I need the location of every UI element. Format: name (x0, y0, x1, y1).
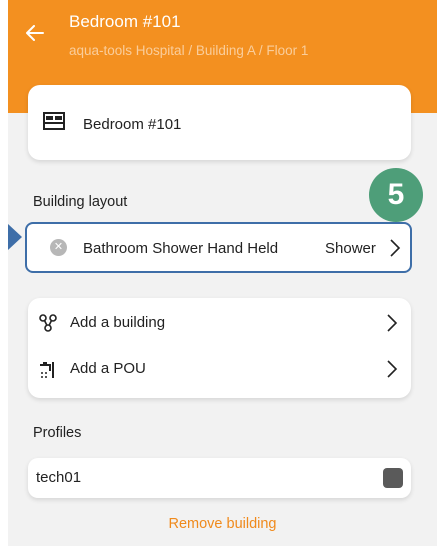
profiles-heading: Profiles (33, 425, 82, 441)
building-layout-heading: Building layout (33, 194, 128, 210)
step-badge: 5 (369, 168, 423, 222)
profile-name: tech01 (36, 469, 82, 486)
add-building-label: Add a building (70, 314, 166, 331)
room-card: Bedroom #101 (28, 85, 411, 160)
profile-checkbox[interactable] (383, 468, 403, 488)
bed-icon (43, 112, 65, 130)
actions-card: Add a building Add a POU (28, 298, 411, 398)
nodes-icon (39, 314, 57, 332)
chevron-right-icon (387, 360, 398, 378)
remove-building-link[interactable]: Remove building (8, 516, 437, 532)
breadcrumb: aqua-tools Hospital / Building A / Floor… (69, 43, 309, 58)
pointer-arrow (8, 224, 22, 250)
chevron-right-icon (387, 314, 398, 332)
app-screen: Bedroom #101 aqua-tools Hospital / Build… (8, 0, 437, 546)
add-pou-button[interactable]: Add a POU (28, 346, 411, 392)
faucet-icon (40, 362, 54, 378)
chevron-right-icon (390, 239, 401, 257)
layout-item-value: Shower (325, 240, 376, 257)
arrow-left-icon[interactable] (22, 20, 48, 46)
page-title: Bedroom #101 (69, 12, 181, 31)
profile-row[interactable]: tech01 (28, 458, 411, 498)
add-building-button[interactable]: Add a building (28, 300, 411, 346)
layout-item-row[interactable]: ✕ Bathroom Shower Hand Held Shower (25, 222, 412, 273)
remove-circle-icon[interactable]: ✕ (50, 239, 67, 256)
add-pou-label: Add a POU (70, 360, 146, 377)
layout-item-label: Bathroom Shower Hand Held (83, 240, 279, 257)
room-name: Bedroom #101 (83, 116, 182, 133)
